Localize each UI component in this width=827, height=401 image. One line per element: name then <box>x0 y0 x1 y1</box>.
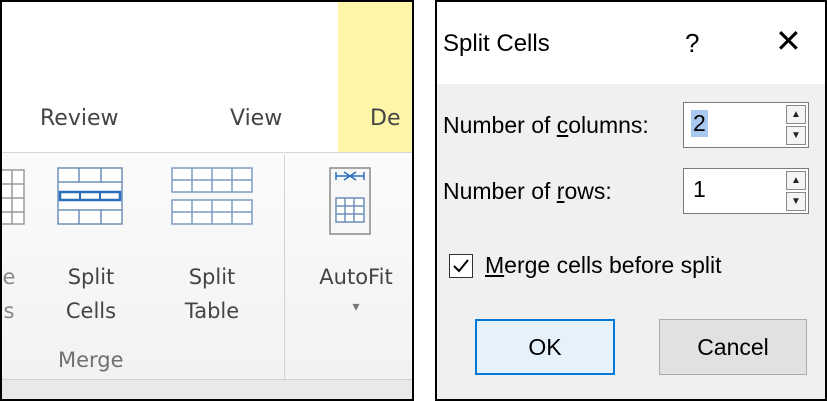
merge-cells-label-2: s <box>3 299 15 323</box>
autofit-label: AutoFit <box>319 265 393 289</box>
rows-up-icon[interactable]: ▲ <box>786 171 806 190</box>
rows-value[interactable]: 1 <box>691 176 708 203</box>
split-table-label-1: Split <box>188 265 236 289</box>
columns-label-accel: c <box>556 112 569 138</box>
rows-label: Number of rows: <box>443 178 612 205</box>
split-table-label-2: Table <box>184 299 240 323</box>
merge-cells-button[interactable]: e s <box>2 264 16 324</box>
columns-down-icon[interactable]: ▼ <box>786 126 806 145</box>
rows-spin-arrows[interactable]: ▲ ▼ <box>786 171 806 211</box>
ribbon-bottom-strip <box>2 379 412 399</box>
tab-design[interactable]: De <box>370 106 400 131</box>
rows-label-post: ows: <box>564 178 612 204</box>
rows-label-pre: Number of <box>443 178 557 204</box>
merge-before-split-label[interactable]: Merge cells before split <box>485 252 722 279</box>
columns-label-post: olumns: <box>568 112 649 138</box>
ok-button[interactable]: OK <box>475 319 615 375</box>
merge-before-split-checkbox[interactable] <box>449 254 473 278</box>
rows-spinner[interactable]: 1 ▲ ▼ <box>683 168 809 214</box>
columns-up-icon[interactable]: ▲ <box>786 105 806 124</box>
merge-label-post: erge cells before split <box>504 252 722 278</box>
split-table-icon <box>171 167 253 225</box>
split-cells-dialog: Split Cells ? ✕ Number of columns: 2 ▲ ▼… <box>435 0 827 401</box>
chevron-down-icon: ▾ <box>352 299 360 315</box>
checkmark-icon <box>453 259 469 273</box>
merge-cells-icon <box>2 169 25 225</box>
tab-view[interactable]: View <box>230 106 282 131</box>
tab-review[interactable]: Review <box>40 106 119 131</box>
columns-label: Number of columns: <box>443 112 649 139</box>
group-separator <box>284 155 285 380</box>
design-tab-highlight <box>338 2 412 154</box>
split-cells-icon <box>57 167 123 225</box>
split-cells-button[interactable]: Split Cells <box>56 264 126 324</box>
close-icon[interactable]: ✕ <box>775 22 802 60</box>
merge-label-accel: M <box>485 252 505 278</box>
columns-spin-arrows[interactable]: ▲ ▼ <box>786 105 806 145</box>
dialog-title: Split Cells <box>443 30 550 57</box>
columns-label-pre: Number of <box>443 112 557 138</box>
autofit-icon <box>329 167 371 235</box>
split-cells-label-1: Split <box>67 265 115 289</box>
merge-group-label: Merge <box>58 348 124 372</box>
split-table-button[interactable]: Split Table <box>174 264 250 324</box>
cancel-button[interactable]: Cancel <box>659 319 807 375</box>
ribbon-panel: Review View De e s Split Cells Split Tab… <box>0 0 414 401</box>
rows-down-icon[interactable]: ▼ <box>786 192 806 211</box>
merge-cells-label-1: e <box>2 265 16 289</box>
columns-value[interactable]: 2 <box>691 110 708 137</box>
split-cells-label-2: Cells <box>65 299 117 323</box>
columns-spinner[interactable]: 2 ▲ ▼ <box>683 102 809 148</box>
help-button[interactable]: ? <box>685 28 699 59</box>
autofit-button[interactable]: AutoFit ▾ <box>300 264 412 320</box>
